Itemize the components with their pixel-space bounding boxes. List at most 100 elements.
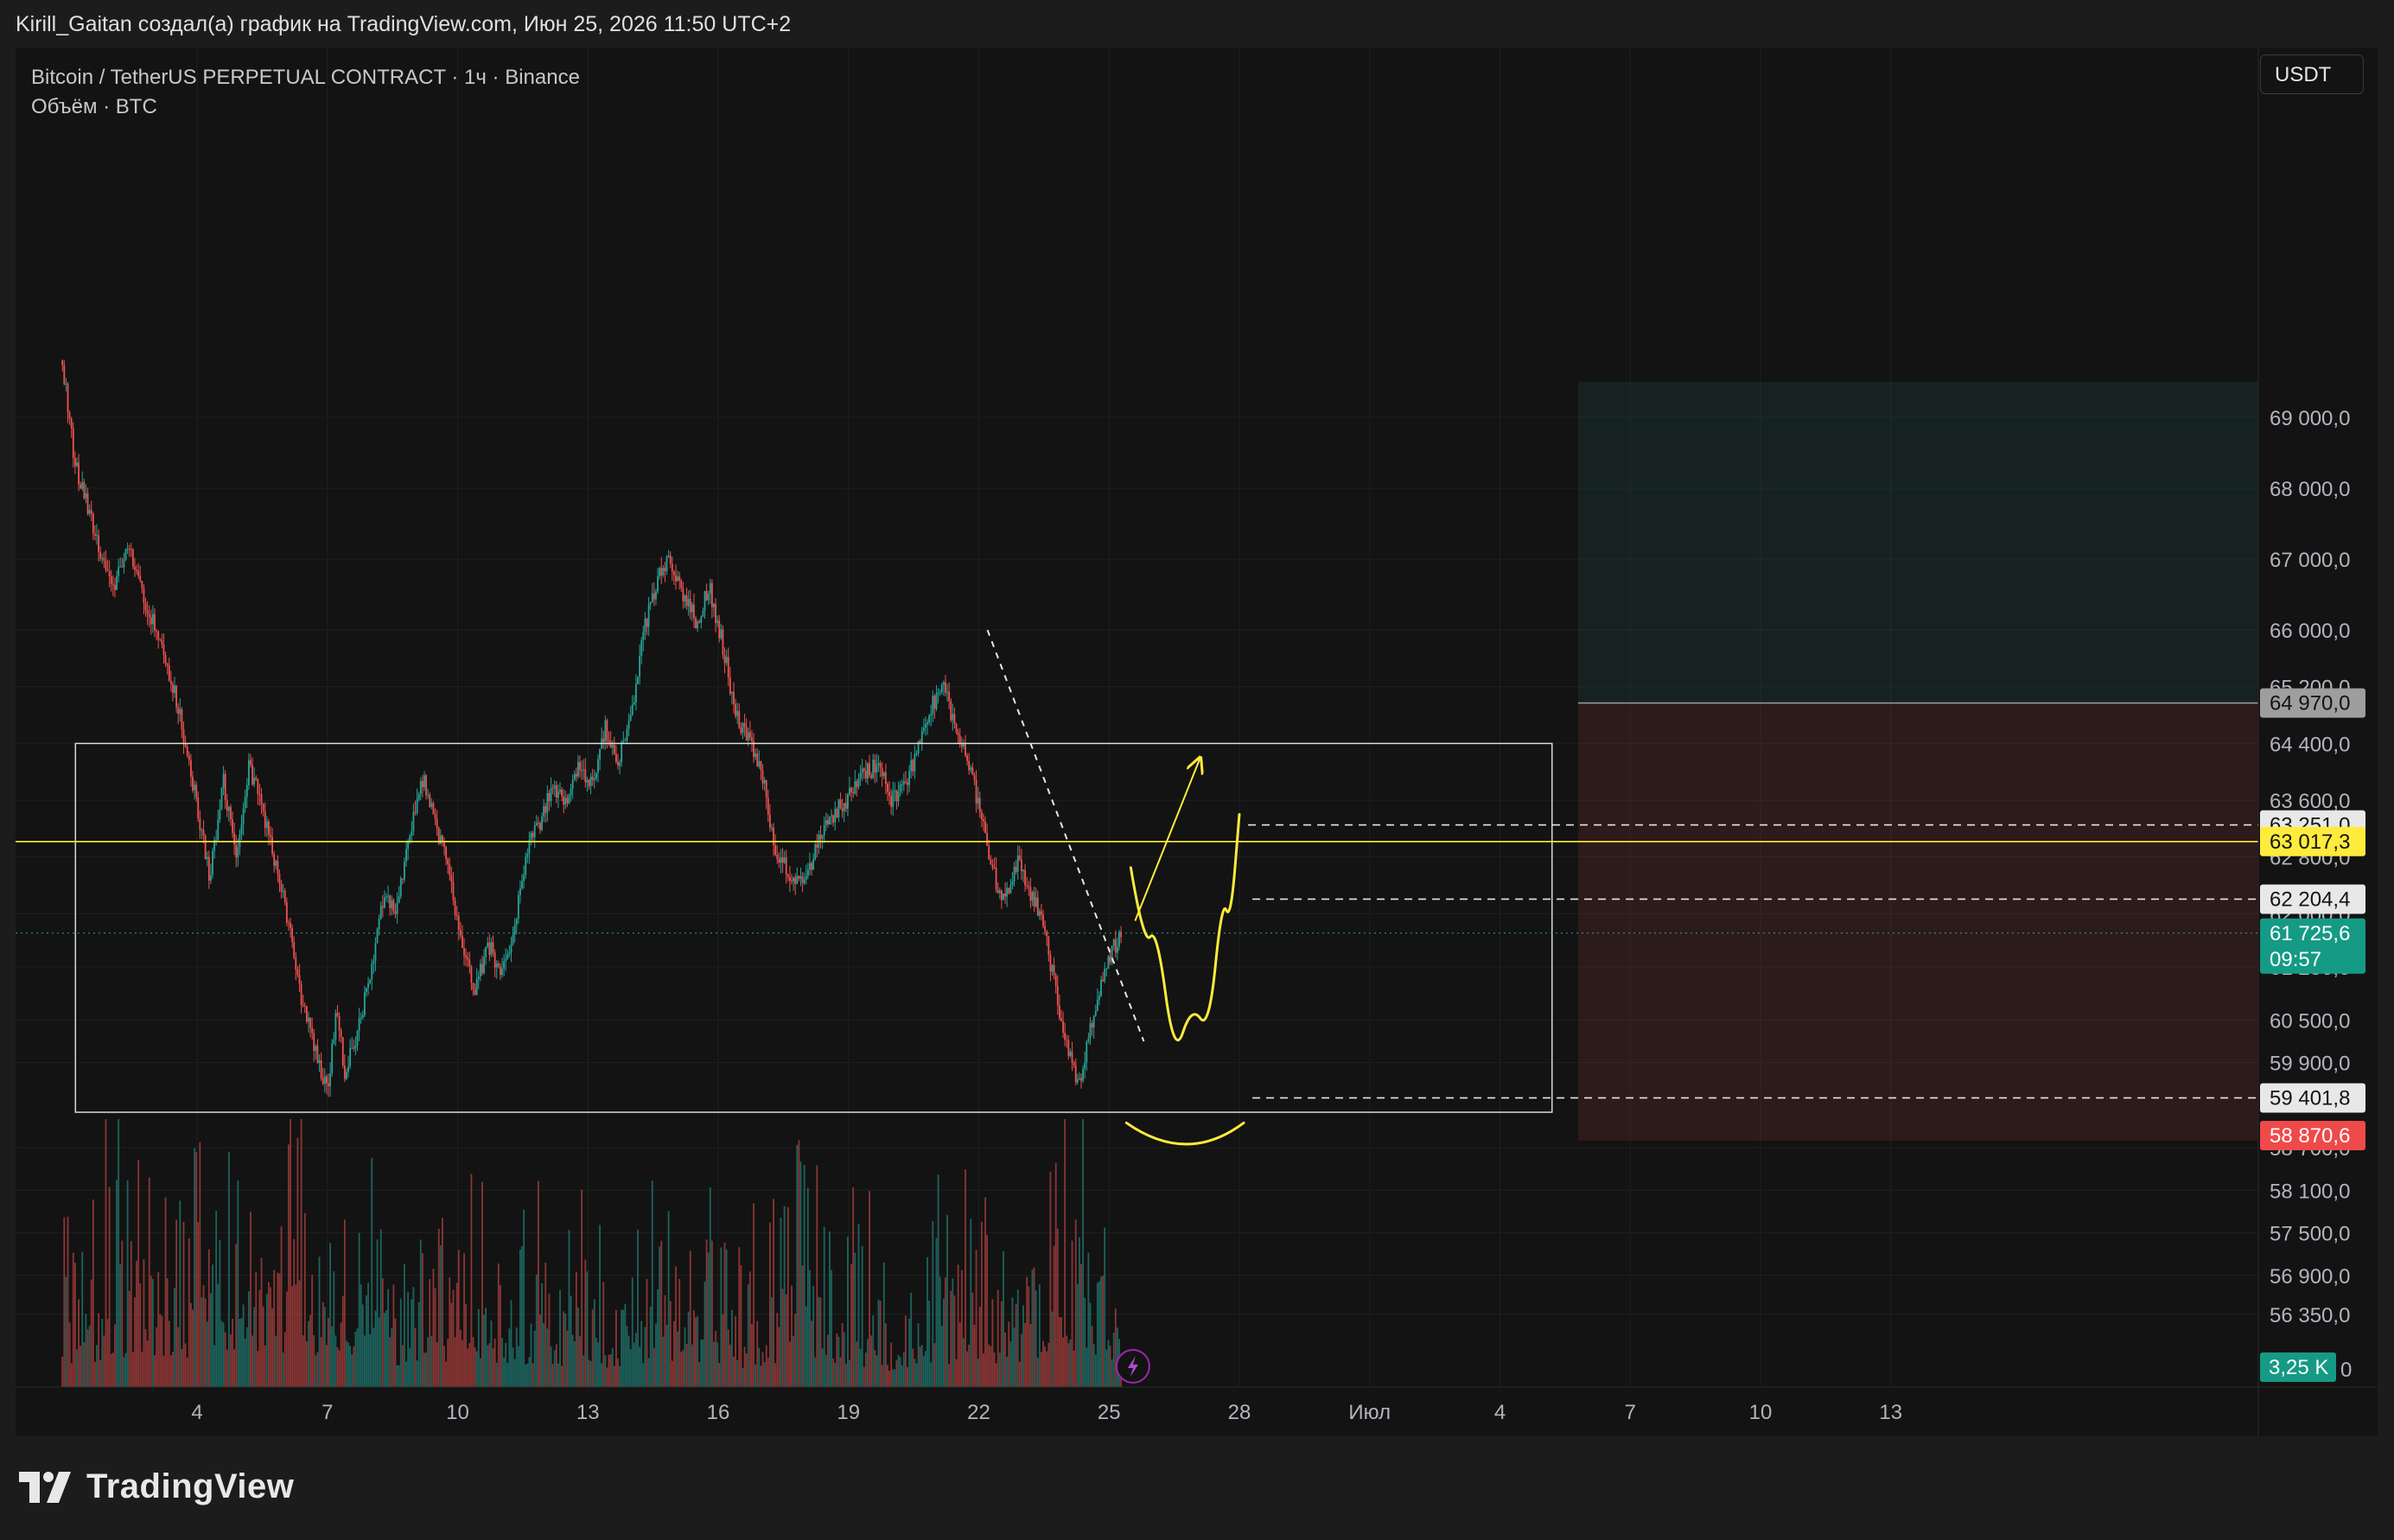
candle-body xyxy=(338,1015,341,1031)
candle-body xyxy=(1047,936,1050,955)
candle-body xyxy=(417,793,420,800)
candle-body xyxy=(106,570,109,571)
position-tool xyxy=(1577,381,2258,1141)
volume-bar xyxy=(778,1327,780,1387)
candle-body xyxy=(796,875,799,884)
volume-bar xyxy=(65,1276,67,1387)
candle-body xyxy=(308,1017,309,1022)
candle-body xyxy=(780,857,782,863)
volume-bar xyxy=(659,1246,661,1387)
volume-bar xyxy=(644,1327,646,1387)
volume-bar xyxy=(801,1265,804,1387)
candle-body xyxy=(1074,1065,1077,1083)
volume-bar xyxy=(849,1359,850,1387)
volume-bar xyxy=(470,1174,473,1387)
candle-body xyxy=(971,767,974,775)
candle-body xyxy=(353,1047,355,1049)
volume-bar xyxy=(622,1309,625,1387)
symbol-title[interactable]: Bitcoin / TetherUS PERPETUAL CONTRACT · … xyxy=(31,63,580,92)
volume-bar xyxy=(430,1335,433,1387)
candle-body xyxy=(1089,1023,1092,1039)
candle-body xyxy=(298,975,301,984)
candle-body xyxy=(423,775,425,787)
volume-bar xyxy=(374,1310,377,1387)
candle-body xyxy=(143,589,145,603)
volume-bar xyxy=(121,1240,124,1387)
volume-bar xyxy=(487,1345,489,1387)
volume-title[interactable]: Объём · BTC xyxy=(31,92,580,122)
candle-body xyxy=(667,555,670,557)
volume-bar xyxy=(385,1310,387,1387)
volume-bar xyxy=(1069,1339,1072,1387)
price-label: 63 017,3 xyxy=(2270,830,2350,854)
candle-body xyxy=(859,773,862,780)
candle-body xyxy=(385,896,387,898)
volume-bar xyxy=(984,1197,986,1387)
volume-bar xyxy=(895,1359,898,1387)
position-profit-zone xyxy=(1577,381,2258,703)
chart-area[interactable]: 69 000,0 68 000,0 67 000,0 66 000,0 65 200,0… xyxy=(16,48,2378,1436)
candle-body xyxy=(465,955,468,958)
volume-zero-label: 0 xyxy=(2340,1359,2352,1382)
candle-body xyxy=(863,768,865,771)
volume-bar xyxy=(892,1369,895,1387)
candle-body xyxy=(826,819,829,825)
tradingview-logo[interactable]: TradingView xyxy=(19,1467,294,1506)
price-chart[interactable]: 69 000,068 000,067 000,066 000,065 200,0… xyxy=(16,48,2378,1436)
volume-bar xyxy=(754,1364,757,1387)
volume-bar xyxy=(836,1333,838,1387)
candle-body xyxy=(184,743,187,748)
volume-bar xyxy=(204,1298,207,1387)
volume-bar xyxy=(1084,1297,1086,1387)
volume-bar xyxy=(429,1278,431,1387)
candle-body xyxy=(532,832,534,837)
volume-bar xyxy=(505,1342,507,1387)
candle-body xyxy=(405,849,407,862)
volume-bar xyxy=(958,1322,961,1387)
volume-bar xyxy=(919,1346,921,1387)
volume-bars xyxy=(61,1119,1122,1387)
volume-bar xyxy=(765,1345,767,1387)
volume-bar xyxy=(1026,1276,1028,1387)
candle-body xyxy=(210,875,212,881)
candle-body xyxy=(881,767,883,777)
projection-wave xyxy=(1129,812,1241,1042)
candle-body xyxy=(309,1017,311,1028)
candle-body xyxy=(553,785,556,789)
candle-body xyxy=(369,979,372,983)
volume-bar xyxy=(83,1342,86,1387)
candle-body xyxy=(1109,956,1111,963)
volume-bar xyxy=(360,1284,362,1387)
volume-bar xyxy=(559,1289,561,1387)
chart-attribution: Kirill_Gaitan создал(а) график на Tradin… xyxy=(16,12,792,36)
volume-bar xyxy=(783,1206,786,1387)
volume-bar xyxy=(796,1144,799,1387)
volume-bar xyxy=(950,1290,952,1387)
candle-body xyxy=(270,835,271,837)
candle-body xyxy=(492,942,494,953)
candle-body xyxy=(278,874,281,884)
volume-bar xyxy=(940,1326,943,1387)
candle-body xyxy=(1003,893,1004,900)
volume-bar xyxy=(101,1319,104,1387)
candle-body xyxy=(736,710,739,716)
currency-button[interactable]: USDT xyxy=(2260,54,2364,94)
volume-bar xyxy=(1042,1340,1044,1387)
volume-bar xyxy=(144,1329,147,1387)
candle-body xyxy=(454,900,456,915)
volume-bar xyxy=(488,1343,491,1387)
candle-body xyxy=(942,682,945,685)
candle-body xyxy=(322,1078,324,1085)
candle-body xyxy=(561,789,563,797)
volume-bar xyxy=(268,1282,270,1387)
candle-body xyxy=(313,1033,315,1052)
volume-bar xyxy=(285,1291,288,1387)
volume-bar xyxy=(914,1359,916,1387)
candle-body xyxy=(1073,1062,1075,1066)
volume-bar xyxy=(1104,1227,1106,1387)
volume-bar xyxy=(844,1363,847,1387)
candle-body xyxy=(421,780,423,787)
volume-bar xyxy=(591,1309,594,1387)
candle-body xyxy=(765,780,767,799)
volume-bar xyxy=(888,1371,890,1387)
